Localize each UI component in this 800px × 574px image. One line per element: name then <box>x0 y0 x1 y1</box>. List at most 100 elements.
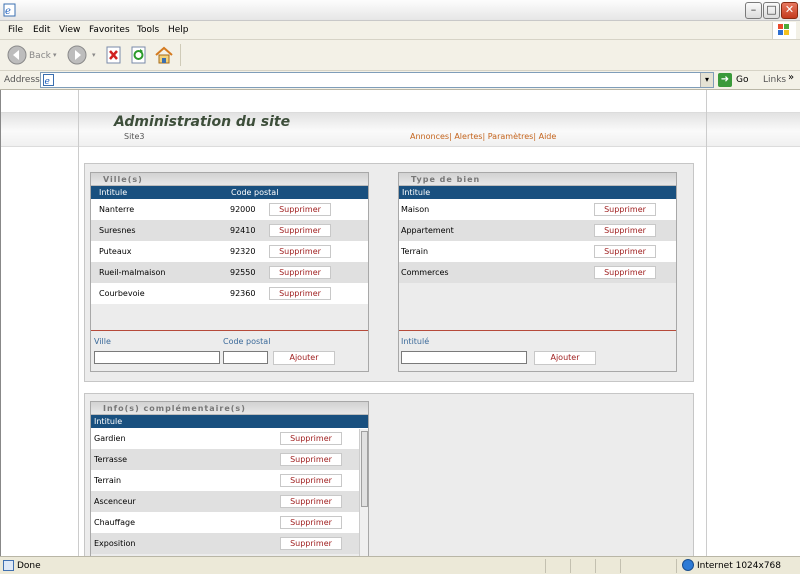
stop-icon[interactable] <box>106 46 123 64</box>
infos-title: Info(s) complémentaire(s) <box>91 402 368 415</box>
supprimer-button[interactable]: Supprimer <box>594 224 656 237</box>
supprimer-button[interactable]: Supprimer <box>269 287 331 300</box>
toolbar-separator <box>180 44 181 66</box>
nav-parametres[interactable]: Paramètres <box>488 132 534 141</box>
ville-field-label: Ville <box>94 337 111 346</box>
address-label: Address <box>4 75 40 85</box>
table-row: Suresnes 92410 Supprimer <box>91 220 368 241</box>
info-name: Gardien <box>94 434 126 443</box>
maximize-button[interactable]: □ <box>763 2 780 19</box>
divider <box>399 330 676 331</box>
ajouter-type-button[interactable]: Ajouter <box>534 351 596 365</box>
info-name: Chauffage <box>94 518 136 527</box>
types-title: Type de bien <box>399 173 676 186</box>
back-arrow-icon[interactable] <box>7 45 27 65</box>
info-name: Terrain <box>94 476 122 485</box>
security-zone-text: Internet 1024x768 <box>697 561 782 571</box>
nav-annonces[interactable]: Annonces <box>410 132 449 141</box>
types-box: Type de bien Intitule Maison Supprimer A… <box>398 172 677 372</box>
minimize-button[interactable]: – <box>745 2 762 19</box>
back-label[interactable]: Back <box>29 51 51 61</box>
supprimer-button[interactable]: Supprimer <box>269 224 331 237</box>
infos-scrollbar[interactable] <box>359 429 368 556</box>
type-name: Commerces <box>401 268 449 277</box>
browser-viewport: Administration du site Site3 Annonces| A… <box>0 90 800 556</box>
info-name: Terrasse <box>94 455 128 464</box>
ville-name: Suresnes <box>99 226 136 235</box>
supprimer-button[interactable]: Supprimer <box>280 432 342 445</box>
intitule-input[interactable] <box>401 351 527 364</box>
ajouter-ville-button[interactable]: Ajouter <box>273 351 335 365</box>
supprimer-button[interactable]: Supprimer <box>280 495 342 508</box>
back-dropdown-icon[interactable]: ▾ <box>53 51 57 59</box>
types-col-name: Intitule <box>402 188 431 197</box>
svg-text:e: e <box>5 6 11 17</box>
ville-input[interactable] <box>94 351 220 364</box>
table-row: Courbevoie 92360 Supprimer <box>91 283 368 304</box>
ville-name: Nanterre <box>99 205 135 214</box>
ville-name: Courbevoie <box>99 289 145 298</box>
supprimer-button[interactable]: Supprimer <box>269 266 331 279</box>
type-name: Appartement <box>401 226 454 235</box>
supprimer-button[interactable]: Supprimer <box>594 266 656 279</box>
nav-aide[interactable]: Aide <box>539 132 557 141</box>
address-bar: Address e ▾ ➜ Go Links » <box>0 71 800 90</box>
status-separator <box>545 559 546 573</box>
forward-dropdown-icon[interactable]: ▾ <box>92 51 96 59</box>
address-dropdown-icon[interactable]: ▾ <box>700 73 713 87</box>
table-row: Ascenceur Supprimer <box>91 491 368 512</box>
menu-help[interactable]: Help <box>168 25 189 35</box>
cp-input[interactable] <box>223 351 268 364</box>
menu-tools[interactable]: Tools <box>137 25 159 35</box>
menu-edit[interactable]: Edit <box>33 25 50 35</box>
villes-box: Ville(s) Intitule Code postal Nanterre 9… <box>90 172 369 372</box>
go-button[interactable]: Go <box>736 75 748 85</box>
refresh-icon[interactable] <box>131 46 148 64</box>
menu-file[interactable]: File <box>8 25 23 35</box>
supprimer-button[interactable]: Supprimer <box>269 245 331 258</box>
divider <box>91 330 368 331</box>
top-nav: Annonces| Alertes| Paramètres| Aide <box>410 132 557 141</box>
menu-bar: File Edit View Favorites Tools Help <box>0 21 800 40</box>
status-separator <box>676 559 677 573</box>
menu-view[interactable]: View <box>59 25 80 35</box>
address-input[interactable]: e <box>40 72 714 88</box>
table-row: Maison Supprimer <box>399 199 676 220</box>
table-row: Appartement Supprimer <box>399 220 676 241</box>
windows-logo-icon <box>772 22 796 39</box>
links-chevron-icon[interactable]: » <box>788 72 794 83</box>
supprimer-button[interactable]: Supprimer <box>594 203 656 216</box>
info-name: Ascenceur <box>94 497 136 506</box>
supprimer-button[interactable]: Supprimer <box>269 203 331 216</box>
links-label[interactable]: Links <box>763 75 786 85</box>
forward-arrow-icon[interactable] <box>67 45 87 65</box>
ville-name: Rueil-malmaison <box>99 268 166 277</box>
status-bar: Done Internet 1024x768 <box>0 556 800 574</box>
menu-favorites[interactable]: Favorites <box>89 25 130 35</box>
close-button[interactable]: ✕ <box>781 2 798 19</box>
page-done-icon <box>3 560 14 571</box>
ville-cp: 92320 <box>230 247 256 256</box>
status-separator <box>620 559 621 573</box>
ville-cp: 92360 <box>230 289 256 298</box>
supprimer-button[interactable]: Supprimer <box>280 474 342 487</box>
ville-cp: 92000 <box>230 205 256 214</box>
nav-alertes[interactable]: Alertes <box>454 132 482 141</box>
window-title-bar: e – □ ✕ <box>0 0 800 21</box>
type-name: Maison <box>401 205 430 214</box>
supprimer-button[interactable]: Supprimer <box>594 245 656 258</box>
table-row: Exposition Supprimer <box>91 533 368 554</box>
table-row: Terrain Supprimer <box>91 470 368 491</box>
villes-title: Ville(s) <box>91 173 368 186</box>
supprimer-button[interactable]: Supprimer <box>280 453 342 466</box>
ie-page-icon: e <box>3 3 16 17</box>
supprimer-button[interactable]: Supprimer <box>280 537 342 550</box>
table-row: Gardien Supprimer <box>91 428 368 449</box>
infos-scroll-thumb[interactable] <box>361 431 368 507</box>
intitule-field-label: Intitulé <box>401 337 430 346</box>
supprimer-button[interactable]: Supprimer <box>280 516 342 529</box>
go-arrow-icon[interactable]: ➜ <box>718 73 732 87</box>
svg-text:e: e <box>45 77 50 86</box>
info-name: Exposition <box>94 539 136 548</box>
home-icon[interactable] <box>154 45 174 65</box>
